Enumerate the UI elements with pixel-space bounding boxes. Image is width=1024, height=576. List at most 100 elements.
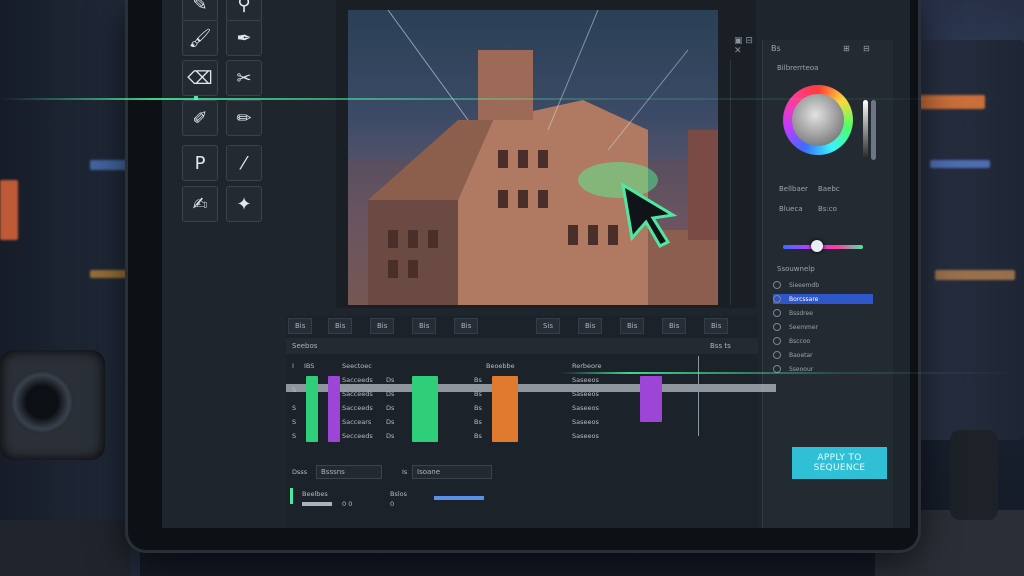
track-row-code: Ds [386,432,395,440]
timeline-chip[interactable]: Bis [620,318,645,334]
row2-val: Bslos [390,490,408,498]
pen-icon[interactable]: ✒ [226,20,262,56]
playhead[interactable] [698,356,699,436]
list-item[interactable]: Sieeemdb [773,280,873,290]
timeline-chip[interactable]: Sis [536,318,561,334]
field-a-label: Dsss [292,468,308,476]
list-item[interactable]: Bsccoo [773,336,873,346]
track-row-marker: S [292,418,297,426]
field-b-label: Is [402,468,408,476]
clip-green[interactable] [306,376,318,442]
color-wheel-center [792,94,844,146]
fill-icon[interactable]: 🖌 [182,20,218,56]
light-streak [560,372,1024,374]
pencil-icon[interactable]: ✏ [226,100,262,136]
building-image [348,10,718,305]
marker-accent [290,488,293,504]
track-row-code: Ds [386,418,395,426]
panel-header-icon-2[interactable]: ⊞ [843,44,850,53]
line-icon[interactable]: ⁄ [226,145,262,181]
timeline-chip[interactable]: Bis [328,318,353,334]
rack-light [90,270,130,278]
viewer-divider [730,60,731,305]
timeline-chip[interactable]: Bis [662,318,687,334]
viewer-window-icons[interactable]: ▣ ⊟ ✕ [734,36,756,56]
text-icon[interactable]: P [182,145,218,181]
track-row-c: Saseeos [572,432,599,440]
list-item[interactable]: Bssdree [773,308,873,318]
timeline-chip[interactable]: Bis [412,318,437,334]
track-row-name: Sacceeds [342,404,373,412]
track-col-2: IBS [304,362,315,370]
track-row-b: Bs [474,418,482,426]
preview-frame[interactable] [348,10,718,305]
rack-light [90,160,130,170]
track-row-name: Sacceeds [342,390,373,398]
level-bar[interactable] [302,502,332,506]
field-a-input[interactable]: Bsssns [316,465,382,479]
grading-label-2: Baebc [818,185,840,193]
hue-slider-track[interactable] [783,245,863,249]
rack-light [0,180,18,240]
track-row-marker: S [292,386,297,394]
alpha-slider[interactable] [871,100,876,160]
timeline-chip[interactable]: Bis [370,318,395,334]
section-label: Bilbrerrteoa [777,64,819,72]
grading-label-4: Bs:co [818,205,837,213]
panel-header-icon-3[interactable]: ⊟ [863,44,870,53]
volume-slider[interactable] [434,496,484,500]
track-row-code: Ds [386,390,395,398]
track-col-3: Seectoec [342,362,372,370]
cursor-arrow-icon [620,182,678,248]
track-row-code: Ds [386,376,395,384]
panel-header-icon-1[interactable]: Bs [771,44,781,53]
timeline-chip[interactable]: Bis [578,318,603,334]
list-item-selected[interactable]: Borcssare [773,294,873,304]
hue-slider-knob[interactable] [811,240,823,252]
timeline-zoom[interactable]: Bss ts [710,342,731,350]
track-row-c: Saseeos [572,404,599,412]
track-row-c: Saseeos [572,390,599,398]
clip-purple[interactable] [328,376,340,442]
timeline-chip[interactable]: Bis [454,318,479,334]
row2-mid: 0 0 [342,500,353,508]
brush-icon[interactable]: ✎ [182,0,218,22]
eyedropper-icon[interactable]: ⚲ [226,0,262,22]
timeline-chip[interactable]: Bis [704,318,729,334]
track-row-b: Bs [474,404,482,412]
track-col-4: Beoebbe [486,362,515,370]
timeline-title: Seebos [292,342,318,350]
clip-green[interactable] [412,376,438,442]
camera-lens [10,370,74,434]
list-item[interactable]: Baoetar [773,350,873,360]
list-item[interactable]: Seemmer [773,322,873,332]
track-row-c: Saseeos [572,418,599,426]
track-row-name: Sacceeds [342,376,373,384]
tool-palette: ✎ ⚲ 🖌 ✒ ⌫ ✂ ✐ ✏ P ⁄ ✍ ✦ [182,0,272,230]
field-b-input[interactable]: Isoane [412,465,492,479]
eraser-icon[interactable]: ⌫ [182,60,218,96]
preview-viewer[interactable]: ▣ ⊟ ✕ [336,0,756,308]
list-header: Ssouwnelp [777,265,815,273]
track-row-b: Bs [474,432,482,440]
bottom-controls: Dsss Bsssns Is Isoane Beelbes 0 0 Bslos … [286,460,496,520]
row2-num: 0 [390,500,395,508]
cut-icon[interactable]: ✂ [226,60,262,96]
magic-icon[interactable]: ✦ [226,186,262,222]
rack-light [930,160,990,168]
clip-orange[interactable] [492,376,518,442]
track-row-name: Secceeds [342,432,373,440]
timeline-chip[interactable]: Bis [288,318,313,334]
row2-left-label: Beelbes [302,490,328,498]
apply-to-sequence-button[interactable]: APPLY TO SEQUENCE [792,447,887,479]
track-row-b: Bs [474,390,482,398]
track-row-marker: S [292,432,297,440]
grading-label-3: Blueca [779,205,803,213]
edit-icon[interactable]: ✍ [182,186,218,222]
camera-tripod [0,520,130,576]
type-icon[interactable]: ✐ [182,100,218,136]
timeline-header: Seebos Bss ts [286,338,758,354]
clip-purple[interactable] [640,376,662,422]
track-row-name: Saccears [342,418,372,426]
luma-slider[interactable] [863,100,868,160]
